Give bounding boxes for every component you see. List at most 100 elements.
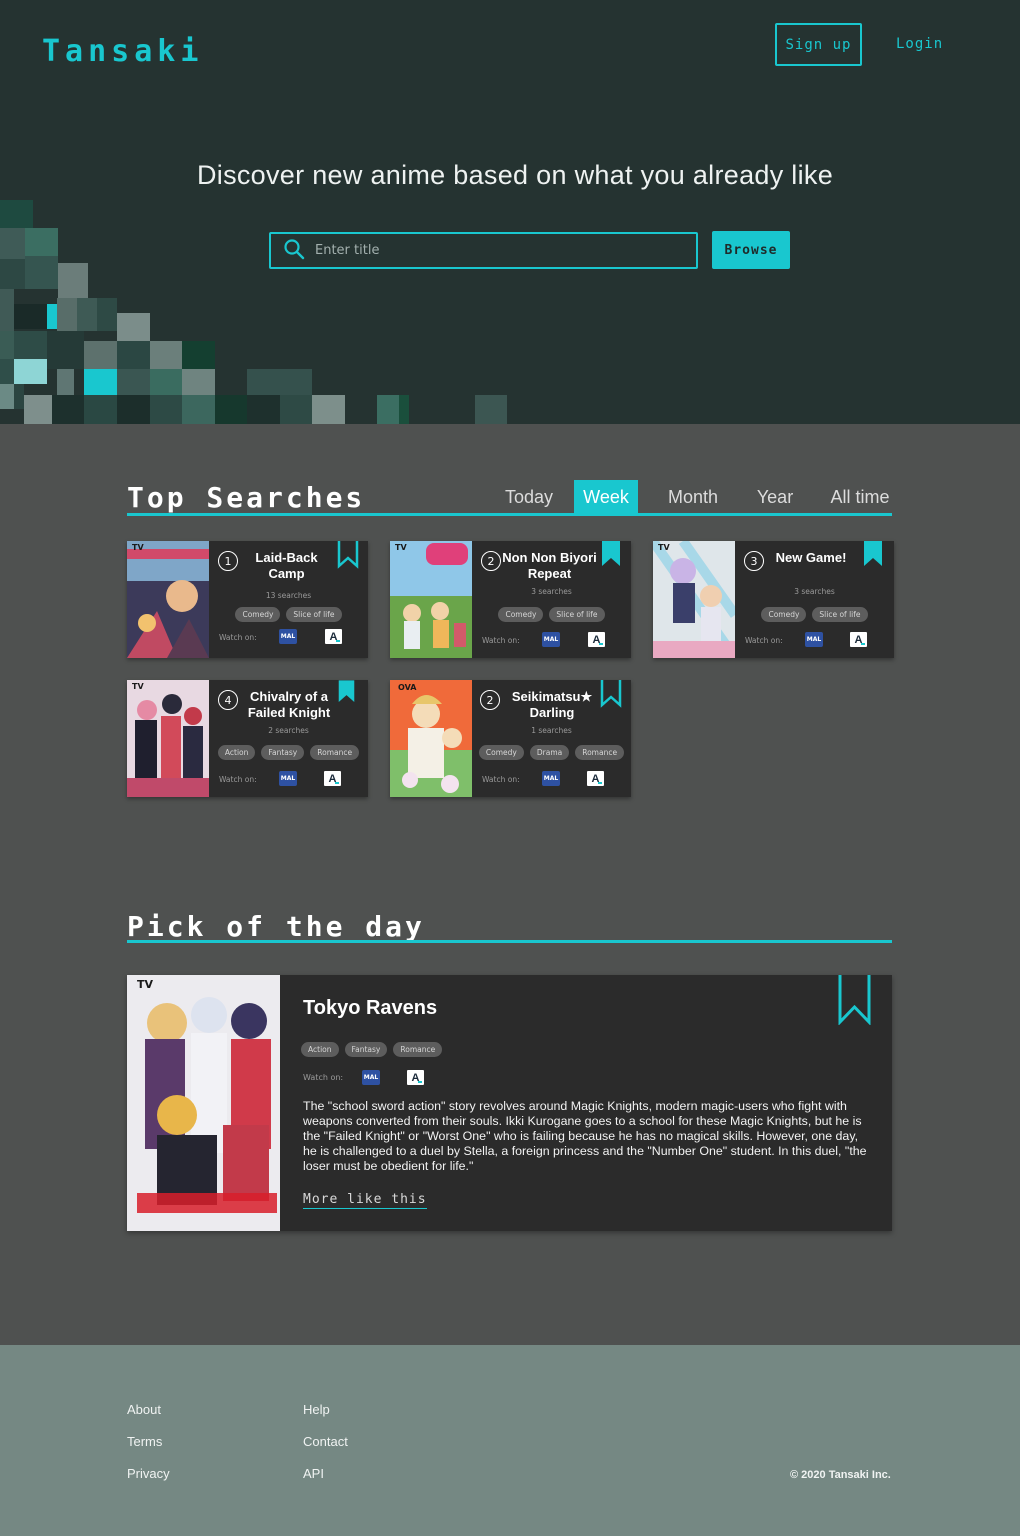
- hero: Tansaki Sign up Login Discover new anime…: [0, 0, 1020, 424]
- bookmark-icon[interactable]: [862, 541, 884, 569]
- media-type-badge: TV: [658, 543, 670, 552]
- footer-link-api[interactable]: API: [303, 1466, 324, 1481]
- genre-chip[interactable]: Action: [217, 745, 256, 760]
- anime-card[interactable]: TV 2 Non Non Biyori Repeat 3 searches Co…: [390, 541, 631, 658]
- watch-on-label: Watch on:: [482, 636, 520, 645]
- bookmark-icon[interactable]: [337, 541, 359, 569]
- bookmark-icon[interactable]: [600, 680, 622, 708]
- footer-link-terms[interactable]: Terms: [127, 1434, 162, 1449]
- genre-chip[interactable]: Romance: [393, 1042, 443, 1057]
- genre-chip[interactable]: Comedy: [235, 607, 281, 622]
- anime-title[interactable]: Non Non Biyori Repeat: [502, 550, 597, 582]
- footer-link-privacy[interactable]: Privacy: [127, 1466, 170, 1481]
- genre-chip[interactable]: Comedy: [761, 607, 807, 622]
- anime-title[interactable]: Tokyo Ravens: [303, 997, 437, 1020]
- genre-chip[interactable]: Slice of life: [286, 607, 342, 622]
- tab-month[interactable]: Month: [660, 480, 726, 515]
- bookmark-icon[interactable]: [337, 680, 356, 705]
- search-count: 3 searches: [531, 587, 572, 596]
- bookmark-icon[interactable]: [838, 975, 871, 1025]
- anime-card[interactable]: TV 4 Chivalry of a Failed Knight 2 searc…: [127, 680, 368, 797]
- bookmark-icon[interactable]: [600, 541, 622, 569]
- logo[interactable]: Tansaki: [42, 34, 203, 69]
- rank-badge: 1: [218, 551, 238, 571]
- genre-chip[interactable]: Action: [301, 1042, 339, 1057]
- hero-tagline: Discover new anime based on what you alr…: [196, 160, 834, 190]
- tab-week[interactable]: Week: [574, 480, 638, 515]
- genre-chip[interactable]: Slice of life: [549, 607, 605, 622]
- anilist-icon[interactable]: A: [587, 771, 604, 786]
- search-count: 13 searches: [265, 591, 312, 600]
- search-box[interactable]: [269, 232, 698, 269]
- media-type-badge: TV: [395, 543, 407, 552]
- tab-today[interactable]: Today: [500, 480, 558, 515]
- genre-chip[interactable]: Slice of life: [812, 607, 868, 622]
- pick-underline: [127, 940, 892, 943]
- anime-card[interactable]: OVA 2 Seikimatsu★ Darling 1 searches Com…: [390, 680, 631, 797]
- login-link[interactable]: Login: [896, 36, 943, 52]
- anime-title[interactable]: Laid-Back Camp: [239, 550, 334, 582]
- pick-of-the-day-title: Pick of the day: [127, 910, 425, 943]
- mal-icon[interactable]: MAL: [542, 771, 560, 786]
- footer: About Terms Privacy Help Contact API © 2…: [0, 1345, 1020, 1536]
- search-icon: [283, 238, 305, 264]
- poster-image: [390, 680, 472, 797]
- genre-list: Action Fantasy Romance: [301, 1042, 443, 1057]
- anilist-icon[interactable]: A: [588, 632, 605, 647]
- anilist-icon[interactable]: A: [407, 1070, 424, 1085]
- tab-all-time[interactable]: All time: [826, 480, 894, 515]
- watch-on-label: Watch on:: [745, 636, 783, 645]
- tab-year[interactable]: Year: [750, 480, 800, 515]
- anilist-icon[interactable]: A: [325, 629, 342, 644]
- search-count: 3 searches: [794, 587, 835, 596]
- genre-chip[interactable]: Comedy: [478, 745, 524, 760]
- mal-icon[interactable]: MAL: [805, 632, 823, 647]
- rank-badge: 2: [481, 551, 501, 571]
- anime-card[interactable]: TV 1 Laid-Back Camp 13 searches Comedy S…: [127, 541, 368, 658]
- search-input[interactable]: [315, 243, 675, 258]
- pixel-mosaic: [0, 200, 507, 424]
- genre-chip[interactable]: Romance: [575, 745, 625, 760]
- footer-link-contact[interactable]: Contact: [303, 1434, 348, 1449]
- pick-card[interactable]: TV Tokyo Ravens Action Fantasy Romance W…: [127, 975, 892, 1231]
- watch-on-label: Watch on:: [482, 775, 520, 784]
- genre-chip[interactable]: Fantasy: [344, 1042, 388, 1057]
- more-like-this-link[interactable]: More like this: [303, 1192, 427, 1209]
- mal-icon[interactable]: MAL: [362, 1070, 380, 1085]
- anilist-icon[interactable]: A: [850, 632, 867, 647]
- poster-image: [127, 975, 280, 1231]
- genre-list: Action Fantasy Romance: [209, 745, 368, 760]
- genre-chip[interactable]: Romance: [310, 745, 360, 760]
- poster-image: [653, 541, 735, 658]
- mal-icon[interactable]: MAL: [279, 629, 297, 644]
- genre-chip[interactable]: Fantasy: [261, 745, 305, 760]
- anime-description: The "school sword action" story revolves…: [303, 1099, 867, 1173]
- rank-badge: 4: [218, 690, 238, 710]
- mal-icon[interactable]: MAL: [279, 771, 297, 786]
- watch-on-label: Watch on:: [219, 633, 257, 642]
- anime-title[interactable]: New Game!: [775, 550, 847, 566]
- poster-image: [390, 541, 472, 658]
- genre-chip[interactable]: Drama: [529, 745, 570, 760]
- anime-card[interactable]: TV 3 New Game! 3 searches Comedy Slice o…: [653, 541, 894, 658]
- genre-chip[interactable]: Comedy: [498, 607, 544, 622]
- anilist-icon[interactable]: A: [324, 771, 341, 786]
- browse-button[interactable]: Browse: [712, 231, 790, 269]
- anime-title[interactable]: Chivalry of a Failed Knight: [241, 689, 337, 721]
- mal-icon[interactable]: MAL: [542, 632, 560, 647]
- top-searches-title: Top Searches: [127, 481, 366, 514]
- media-type-badge: TV: [132, 682, 144, 691]
- genre-list: Comedy Slice of life: [209, 607, 368, 622]
- top-searches-underline: [127, 513, 892, 516]
- rank-badge: 3: [744, 551, 764, 571]
- poster-image: [127, 680, 209, 797]
- rank-badge: 2: [480, 690, 500, 710]
- watch-on-label: Watch on:: [303, 1073, 344, 1082]
- footer-link-help[interactable]: Help: [303, 1402, 330, 1417]
- signup-button[interactable]: Sign up: [775, 23, 862, 66]
- watch-on-label: Watch on:: [219, 775, 257, 784]
- anime-title[interactable]: Seikimatsu★ Darling: [504, 689, 600, 721]
- search-count: 2 searches: [268, 726, 309, 735]
- media-type-badge: OVA: [398, 683, 417, 692]
- footer-link-about[interactable]: About: [127, 1402, 161, 1417]
